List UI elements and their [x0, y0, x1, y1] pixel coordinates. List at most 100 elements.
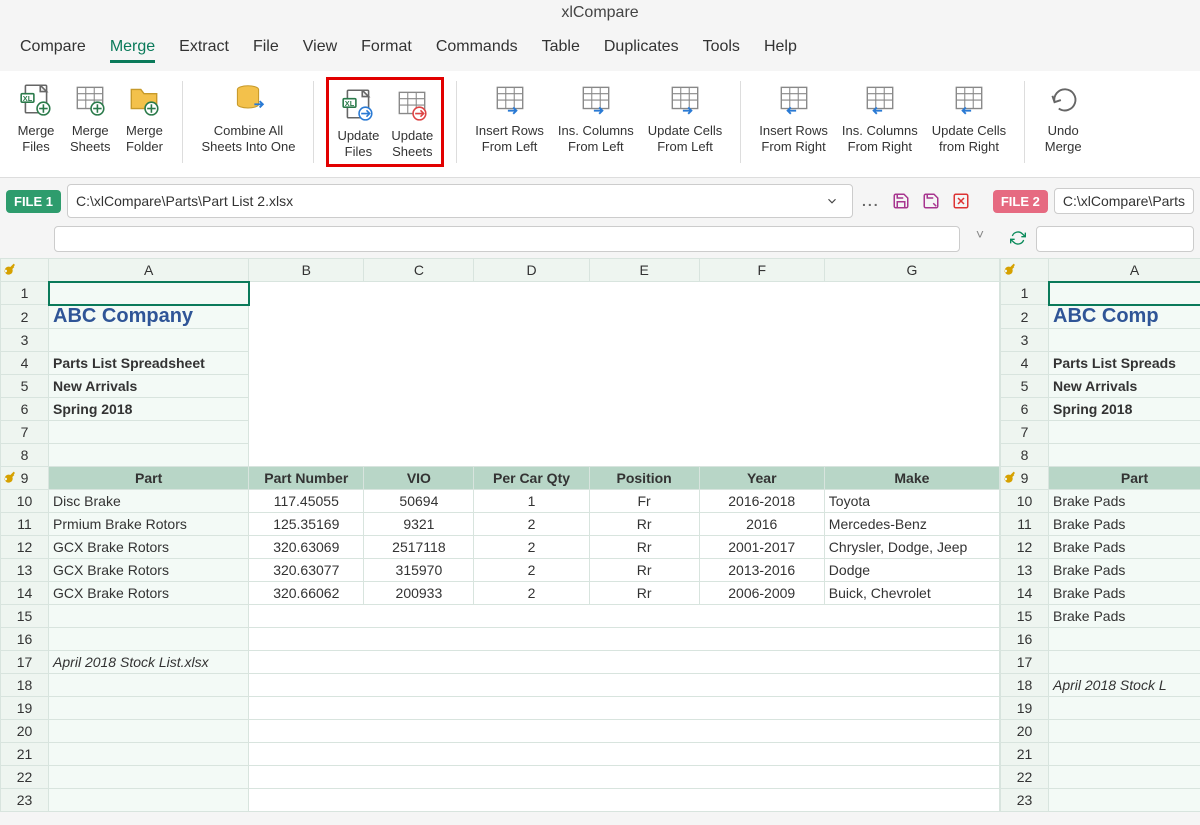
- cell[interactable]: Dodge: [824, 559, 999, 582]
- row-header[interactable]: 20: [1001, 720, 1049, 743]
- col-header-D[interactable]: D: [474, 259, 589, 282]
- cell[interactable]: Brake Pads: [1049, 559, 1200, 582]
- row-header[interactable]: 9: [1001, 467, 1049, 490]
- table-header[interactable]: Per Car Qty: [474, 467, 589, 490]
- update-cells-left-button[interactable]: Update CellsFrom Left: [642, 77, 728, 167]
- menu-extract[interactable]: Extract: [179, 38, 229, 63]
- menu-file[interactable]: File: [253, 38, 279, 63]
- cell[interactable]: [49, 697, 249, 720]
- row-header[interactable]: 17: [1, 651, 49, 674]
- row-header[interactable]: 15: [1, 605, 49, 628]
- menu-duplicates[interactable]: Duplicates: [604, 38, 679, 63]
- cell[interactable]: 2: [474, 513, 589, 536]
- row-header[interactable]: 4: [1, 352, 49, 375]
- formula-input-2[interactable]: [1036, 226, 1194, 252]
- cell[interactable]: Prmium Brake Rotors: [49, 513, 249, 536]
- menu-table[interactable]: Table: [542, 38, 580, 63]
- row-header[interactable]: 2: [1, 305, 49, 329]
- cell[interactable]: GCX Brake Rotors: [49, 559, 249, 582]
- cell[interactable]: 320.63077: [249, 559, 364, 582]
- table-header[interactable]: Year: [699, 467, 824, 490]
- menu-format[interactable]: Format: [361, 38, 412, 63]
- col-header-F[interactable]: F: [699, 259, 824, 282]
- cell[interactable]: [249, 628, 1000, 651]
- row-header[interactable]: 18: [1001, 674, 1049, 697]
- cell[interactable]: [49, 329, 249, 352]
- cell[interactable]: 9321: [364, 513, 474, 536]
- cell[interactable]: 2016-2018: [699, 490, 824, 513]
- update-files-button[interactable]: XLUpdateFiles: [331, 82, 385, 162]
- cell[interactable]: [1049, 282, 1200, 305]
- cell[interactable]: [49, 789, 249, 812]
- table-header[interactable]: Position: [589, 467, 699, 490]
- row-header[interactable]: 23: [1, 789, 49, 812]
- cell[interactable]: Brake Pads: [1049, 536, 1200, 559]
- cell[interactable]: Rr: [589, 536, 699, 559]
- cell[interactable]: [49, 628, 249, 651]
- cell[interactable]: 117.45055: [249, 490, 364, 513]
- cell[interactable]: [1049, 628, 1200, 651]
- company-title[interactable]: ABC Company: [49, 305, 249, 329]
- row-header[interactable]: 3: [1001, 329, 1049, 352]
- cell[interactable]: Disc Brake: [49, 490, 249, 513]
- row-header[interactable]: 21: [1, 743, 49, 766]
- row-header[interactable]: 8: [1, 444, 49, 467]
- row-header[interactable]: 15: [1001, 605, 1049, 628]
- cell[interactable]: 2013-2016: [699, 559, 824, 582]
- col-header-A-right[interactable]: A: [1049, 259, 1200, 282]
- menu-commands[interactable]: Commands: [436, 38, 518, 63]
- cell[interactable]: [49, 674, 249, 697]
- close-file-icon[interactable]: [949, 189, 973, 213]
- subtitle-3-r[interactable]: Spring 2018: [1049, 398, 1200, 421]
- row-header[interactable]: 14: [1001, 582, 1049, 605]
- cell[interactable]: [249, 720, 1000, 743]
- cell[interactable]: 2: [474, 582, 589, 605]
- cell[interactable]: [249, 697, 1000, 720]
- row-header[interactable]: 16: [1, 628, 49, 651]
- menu-compare[interactable]: Compare: [20, 38, 86, 63]
- cell[interactable]: [249, 766, 1000, 789]
- cell[interactable]: Mercedes-Benz: [824, 513, 999, 536]
- row-header[interactable]: 5: [1001, 375, 1049, 398]
- row-header[interactable]: 23: [1001, 789, 1049, 812]
- row-header[interactable]: 19: [1001, 697, 1049, 720]
- table-header[interactable]: Part Number: [249, 467, 364, 490]
- cell[interactable]: [49, 720, 249, 743]
- row-header[interactable]: 19: [1, 697, 49, 720]
- cell[interactable]: [249, 605, 1000, 628]
- table-header[interactable]: Part: [49, 467, 249, 490]
- merge-folder-button[interactable]: MergeFolder: [118, 77, 170, 167]
- cell[interactable]: [249, 651, 1000, 674]
- row-header[interactable]: 10: [1, 490, 49, 513]
- file2-path-input[interactable]: C:\xlCompare\Parts: [1054, 188, 1194, 214]
- subtitle-2[interactable]: New Arrivals: [49, 375, 249, 398]
- empty-region[interactable]: [249, 282, 1000, 467]
- row-header[interactable]: 1: [1, 282, 49, 305]
- file1-path-input[interactable]: C:\xlCompare\Parts\Part List 2.xlsx: [67, 184, 853, 218]
- cell[interactable]: Buick, Chevrolet: [824, 582, 999, 605]
- cell[interactable]: [1049, 421, 1200, 444]
- footer-cell[interactable]: April 2018 Stock List.xlsx: [49, 651, 249, 674]
- row-header[interactable]: 11: [1, 513, 49, 536]
- table-header[interactable]: Make: [824, 467, 999, 490]
- row-header[interactable]: 20: [1, 720, 49, 743]
- cell[interactable]: 125.35169: [249, 513, 364, 536]
- save-icon[interactable]: [889, 189, 913, 213]
- merge-files-button[interactable]: XLMergeFiles: [10, 77, 62, 167]
- row-header[interactable]: 4: [1001, 352, 1049, 375]
- insert-rows-left-button[interactable]: Insert RowsFrom Left: [469, 77, 550, 167]
- cell[interactable]: Rr: [589, 582, 699, 605]
- cell[interactable]: [1049, 444, 1200, 467]
- cell[interactable]: [1049, 789, 1200, 812]
- cell[interactable]: Rr: [589, 513, 699, 536]
- cell[interactable]: 2016: [699, 513, 824, 536]
- grid-right[interactable]: A 1 2ABC Comp 3 4Parts List Spreads 5New…: [1000, 258, 1200, 812]
- refresh-icon[interactable]: [1006, 226, 1030, 250]
- row-header[interactable]: 11: [1001, 513, 1049, 536]
- ins-columns-left-button[interactable]: Ins. ColumnsFrom Left: [552, 77, 640, 167]
- subtitle-2-r[interactable]: New Arrivals: [1049, 375, 1200, 398]
- cell[interactable]: [49, 421, 249, 444]
- cell[interactable]: [49, 766, 249, 789]
- formula-input-1[interactable]: [54, 226, 960, 252]
- cell[interactable]: Brake Pads: [1049, 513, 1200, 536]
